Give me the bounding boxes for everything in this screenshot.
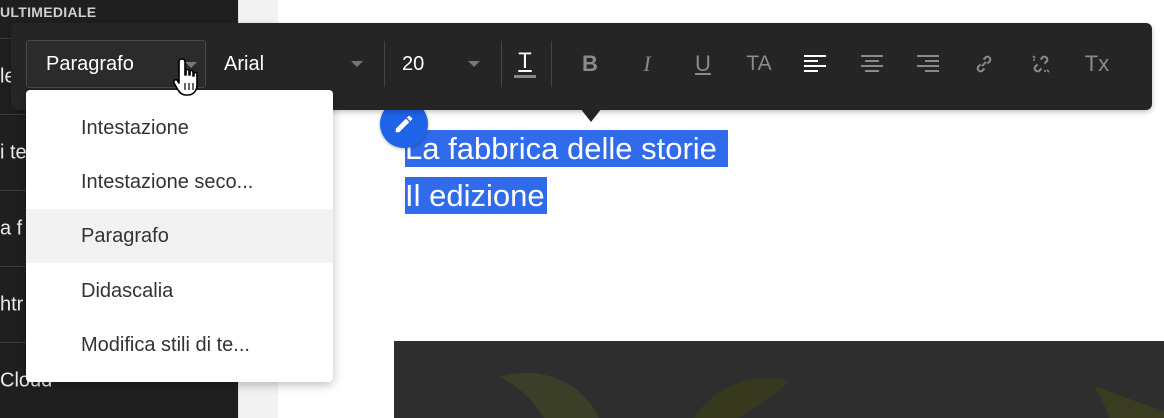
chevron-down-icon bbox=[468, 61, 480, 67]
hand-pointer-icon bbox=[172, 58, 198, 96]
image-block[interactable] bbox=[394, 341, 1164, 418]
bold-icon[interactable]: B bbox=[572, 46, 608, 82]
align-center-icon[interactable] bbox=[854, 46, 890, 82]
selected-text-line-2[interactable]: Il edizione bbox=[405, 177, 547, 214]
align-center-glyph bbox=[861, 55, 883, 72]
menu-item-paragraph[interactable]: Paragrafo bbox=[26, 209, 333, 263]
font-family-select[interactable]: Arial bbox=[209, 40, 379, 88]
sidebar-item-label: i te bbox=[0, 141, 27, 163]
bold-glyph: B bbox=[582, 51, 598, 76]
unlink-glyph bbox=[1032, 55, 1050, 73]
pencil-icon bbox=[395, 115, 413, 133]
toolbar-pointer-arrow bbox=[580, 108, 602, 122]
sidebar-item-label: a f bbox=[0, 217, 23, 239]
sidebar-item-label: htr bbox=[0, 293, 24, 315]
menu-item-label: Paragrafo bbox=[81, 224, 169, 247]
menu-item-label: Intestazione bbox=[81, 116, 189, 139]
paragraph-style-value: Paragrafo bbox=[46, 52, 134, 75]
leaf-image bbox=[499, 372, 1164, 418]
unlink-icon[interactable] bbox=[1023, 46, 1059, 82]
chevron-down-icon bbox=[351, 61, 363, 67]
menu-item-subheading[interactable]: Intestazione seco... bbox=[26, 155, 333, 209]
toolbar-divider bbox=[501, 41, 502, 87]
text-color-icon[interactable]: T bbox=[507, 46, 543, 82]
selected-text-line-1[interactable]: La fabbrica delle storie bbox=[405, 130, 728, 167]
underline-icon[interactable]: U bbox=[685, 46, 721, 82]
underline-glyph: U bbox=[695, 51, 711, 76]
text-color-swatch bbox=[514, 75, 536, 78]
link-icon[interactable] bbox=[966, 46, 1002, 82]
paragraph-style-menu: Intestazione Intestazione seco... Paragr… bbox=[26, 90, 333, 382]
clear-format-glyph: Tx bbox=[1084, 51, 1110, 76]
text-case-icon[interactable]: TA bbox=[741, 46, 777, 82]
italic-glyph: I bbox=[643, 51, 651, 76]
font-size-select[interactable]: 20 bbox=[391, 40, 501, 88]
menu-item-label: Intestazione seco... bbox=[81, 170, 254, 193]
align-left-icon[interactable] bbox=[797, 46, 833, 82]
menu-item-label: Modifica stili di te... bbox=[81, 333, 250, 356]
align-right-icon[interactable] bbox=[910, 46, 946, 82]
text-color-glyph: T bbox=[518, 48, 532, 73]
menu-item-heading[interactable]: Intestazione bbox=[26, 101, 333, 155]
menu-item-caption[interactable]: Didascalia bbox=[26, 264, 333, 318]
menu-item-edit-styles[interactable]: Modifica stili di te... bbox=[26, 318, 333, 372]
sidebar-section-title: ULTIMEDIALE bbox=[0, 4, 97, 20]
font-family-value: Arial bbox=[224, 52, 265, 75]
menu-item-label: Didascalia bbox=[81, 279, 174, 302]
italic-icon[interactable]: I bbox=[629, 46, 665, 82]
toolbar-divider bbox=[384, 41, 385, 87]
link-glyph bbox=[976, 55, 992, 73]
toolbar-divider bbox=[551, 41, 552, 87]
text-case-glyph: TA bbox=[746, 52, 772, 75]
clear-format-icon[interactable]: Tx bbox=[1079, 46, 1115, 82]
align-right-glyph bbox=[917, 55, 939, 72]
align-left-glyph bbox=[804, 55, 826, 72]
font-size-value: 20 bbox=[402, 52, 425, 75]
